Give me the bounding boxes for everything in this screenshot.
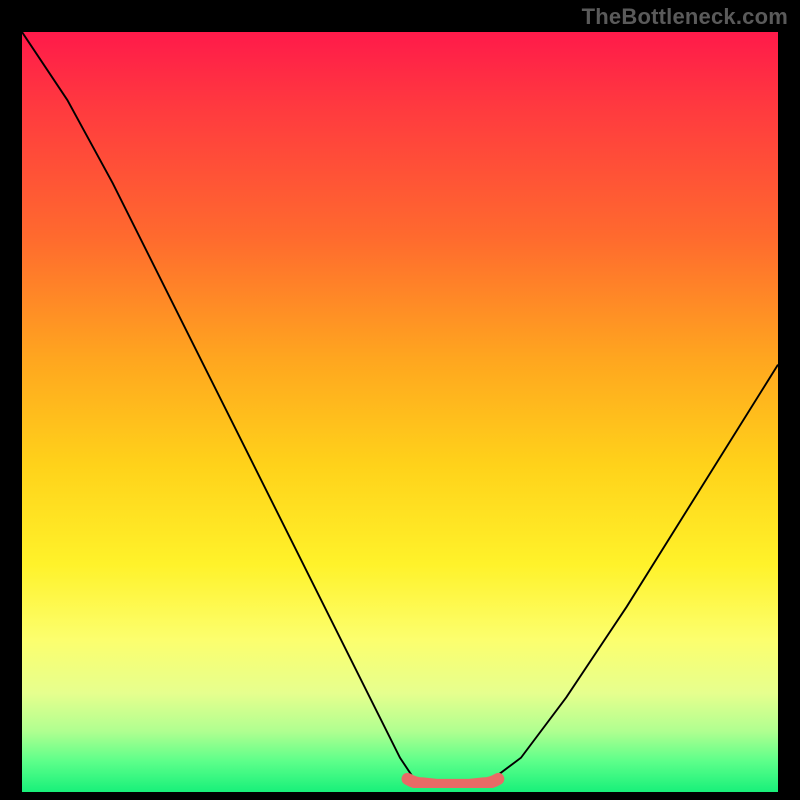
- watermark-text: TheBottleneck.com: [582, 4, 788, 30]
- chart-svg: [22, 32, 778, 788]
- plot-frame: [22, 32, 778, 792]
- optimal-flat-segment-line: [408, 779, 499, 785]
- chart-container: TheBottleneck.com: [0, 0, 800, 800]
- bottleneck-curve-line: [22, 32, 778, 788]
